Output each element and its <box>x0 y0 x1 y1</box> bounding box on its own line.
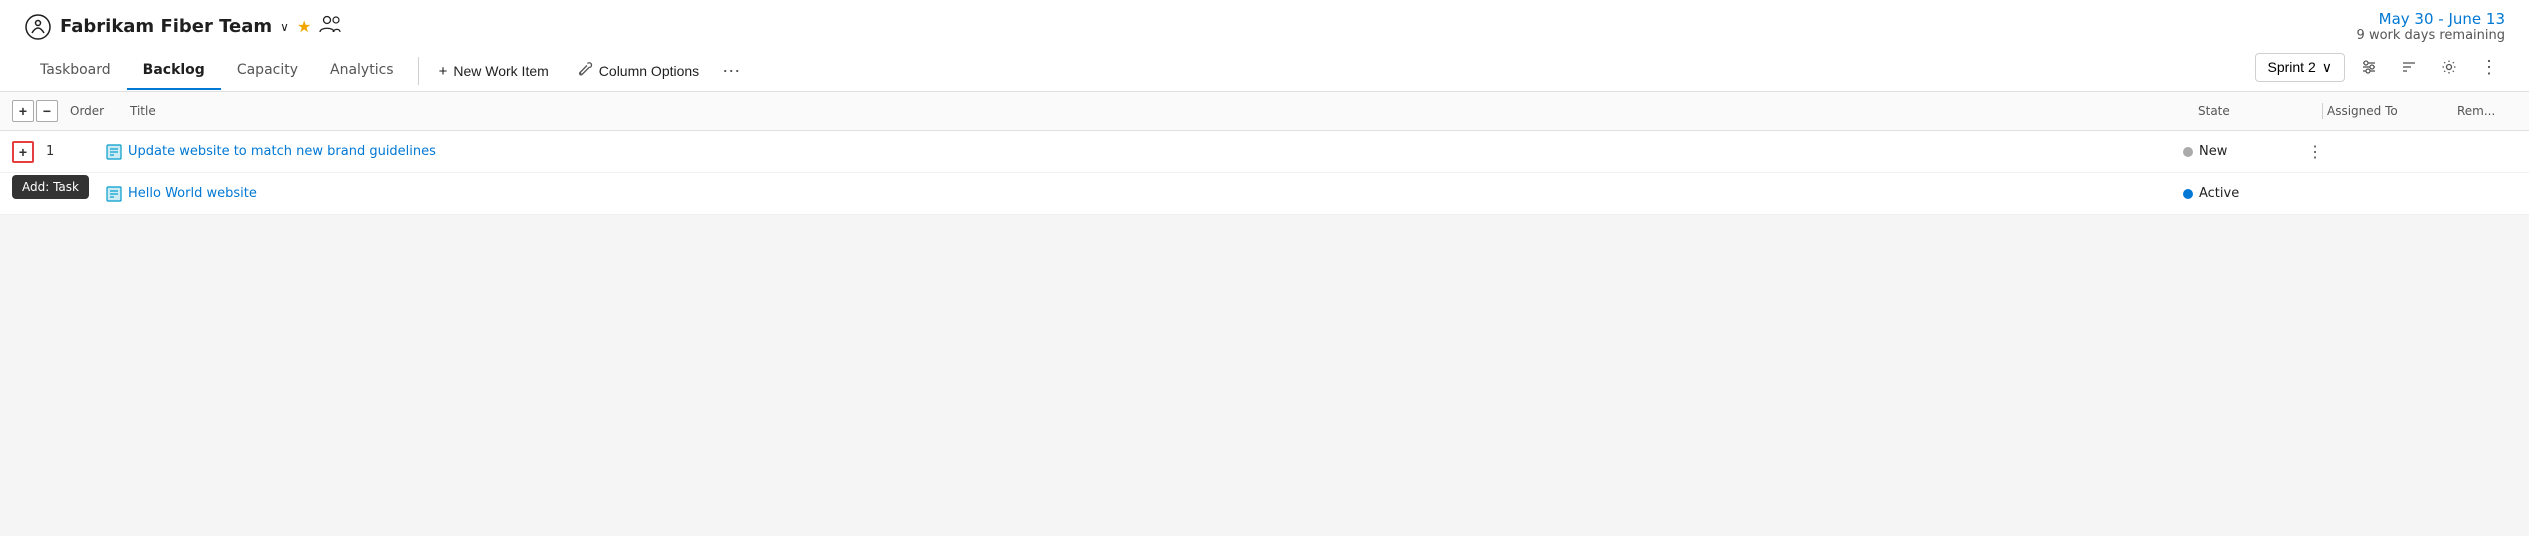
row-state-1: New <box>2183 144 2303 159</box>
sprint-dropdown-chevron: ∨ <box>2322 59 2332 76</box>
team-members-icon[interactable] <box>319 15 341 38</box>
row-state-text-2: Active <box>2199 186 2239 201</box>
toolbar-right: Sprint 2 ∨ <box>2255 51 2506 91</box>
column-options-button[interactable]: Column Options <box>565 55 711 87</box>
row-state-text-1: New <box>2199 144 2227 159</box>
tab-analytics[interactable]: Analytics <box>314 52 410 90</box>
table-header: + − Order Title State Assigned To Rem... <box>0 92 2529 131</box>
favorite-star-icon[interactable]: ★ <box>297 17 311 36</box>
expand-controls: + − <box>12 100 58 122</box>
col-divider <box>2322 103 2323 119</box>
new-work-item-label: New Work Item <box>453 63 548 79</box>
row-order-1: 1 <box>46 144 106 159</box>
col-header-order: Order <box>70 104 130 118</box>
tab-capacity[interactable]: Capacity <box>221 52 314 90</box>
wrench-icon <box>577 61 593 81</box>
add-row-container: + Add: Task <box>12 141 46 163</box>
sprint-info: May 30 - June 13 9 work days remaining <box>2357 10 2505 43</box>
table-row: Hello World website Active <box>0 173 2529 215</box>
col-header-title: Title <box>130 104 2198 118</box>
add-child-button-row1[interactable]: + <box>12 141 34 163</box>
toolbar-more-button[interactable]: ⋯ <box>715 55 747 87</box>
team-name: Fabrikam Fiber Team <box>60 16 272 37</box>
nav-tabs: Taskboard Backlog Capacity Analytics <box>24 52 410 90</box>
plus-icon: + <box>439 63 448 80</box>
tab-backlog[interactable]: Backlog <box>127 52 221 90</box>
work-item-icon <box>106 144 122 160</box>
table-row: + Add: Task 1 Update website to match ne… <box>0 131 2529 173</box>
row-title-text-2: Hello World website <box>128 186 257 201</box>
state-dot-active <box>2183 189 2193 199</box>
row-title-2[interactable]: Hello World website <box>106 186 2183 202</box>
sprint-dropdown[interactable]: Sprint 2 ∨ <box>2255 53 2346 82</box>
new-work-item-button[interactable]: + New Work Item <box>427 57 561 86</box>
column-options-label: Column Options <box>599 63 699 79</box>
sort-button[interactable] <box>2393 51 2425 83</box>
content-area: + − Order Title State Assigned To Rem...… <box>0 92 2529 215</box>
state-dot-new <box>2183 147 2193 157</box>
row-state-2: Active <box>2183 186 2303 201</box>
sprint-dropdown-label: Sprint 2 <box>2268 59 2316 75</box>
sprint-dates: May 30 - June 13 <box>2357 10 2505 28</box>
col-header-state: State <box>2198 104 2318 118</box>
row-title-1[interactable]: Update website to match new brand guidel… <box>106 144 2183 160</box>
tab-taskboard[interactable]: Taskboard <box>24 52 127 90</box>
row-title-text-1: Update website to match new brand guidel… <box>128 144 436 159</box>
toolbar-right-more-button[interactable]: ⋮ <box>2473 51 2505 83</box>
toolbar-actions: + New Work Item Column Options ⋯ <box>427 55 748 87</box>
team-icon <box>24 13 52 41</box>
row-context-menu-1[interactable]: ⋮ <box>2303 142 2327 162</box>
expand-all-button[interactable]: + <box>12 100 34 122</box>
nav-divider <box>418 57 419 85</box>
team-dropdown-icon[interactable]: ∨ <box>280 20 289 34</box>
collapse-all-button[interactable]: − <box>36 100 58 122</box>
add-task-tooltip: Add: Task <box>12 175 89 199</box>
filter-sliders-button[interactable] <box>2353 51 2385 83</box>
col-header-remaining: Rem... <box>2457 104 2517 118</box>
sprint-days-remaining: 9 work days remaining <box>2357 28 2505 43</box>
col-header-assigned: Assigned To <box>2327 104 2457 118</box>
work-item-icon-2 <box>106 186 122 202</box>
settings-button[interactable] <box>2433 51 2465 83</box>
